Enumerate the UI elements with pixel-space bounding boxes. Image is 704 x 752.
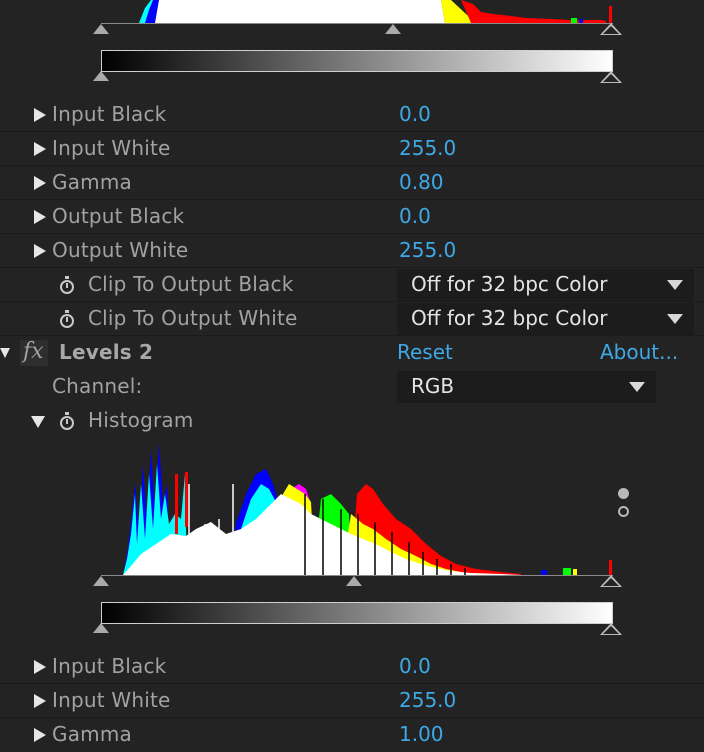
expand-triangle-icon[interactable]: [34, 660, 46, 674]
dropdown-value: Off for 32 bpc Color: [411, 272, 608, 296]
stopwatch-icon[interactable]: [60, 276, 74, 294]
expand-triangle-icon[interactable]: [34, 142, 46, 156]
expand-triangle-icon[interactable]: [34, 728, 46, 742]
expand-triangle-icon[interactable]: [34, 176, 46, 190]
dropdown-value: Off for 32 bpc Color: [411, 306, 608, 330]
param-label: Clip To Output Black: [88, 272, 294, 296]
param-row-output-white[interactable]: Output White 255.0: [0, 234, 704, 268]
param-value[interactable]: 0.0: [399, 204, 431, 228]
param-label: Gamma: [52, 722, 132, 746]
param-row-clip-black: Clip To Output Black Off for 32 bpc Colo…: [0, 268, 704, 302]
param-row-gamma[interactable]: Gamma 0.80: [0, 166, 704, 200]
output-black-slider-handle[interactable]: [93, 71, 109, 81]
channel-label: Channel:: [52, 374, 143, 398]
param-value[interactable]: 0.0: [399, 102, 431, 126]
param-row-input-black-2[interactable]: Input Black 0.0: [0, 650, 704, 684]
param-row-clip-white: Clip To Output White Off for 32 bpc Colo…: [0, 302, 704, 336]
stopwatch-icon[interactable]: [60, 412, 74, 430]
param-row-input-white[interactable]: Input White 255.0: [0, 132, 704, 166]
reset-link[interactable]: Reset: [397, 340, 453, 364]
collapse-triangle-icon[interactable]: [31, 416, 45, 428]
effect-header-levels2[interactable]: fx Levels 2 Reset About...: [0, 336, 704, 370]
param-label: Input Black: [52, 654, 167, 678]
expand-triangle-icon[interactable]: [34, 210, 46, 224]
param-row-input-white-2[interactable]: Input White 255.0: [0, 684, 704, 718]
histogram-top-baseline: [101, 23, 613, 24]
input-black-slider-handle[interactable]: [93, 576, 109, 586]
param-label: Clip To Output White: [88, 306, 298, 330]
stopwatch-icon[interactable]: [60, 310, 74, 328]
output-white-slider-handle[interactable]: [600, 71, 622, 83]
dropdown-value: RGB: [411, 374, 455, 398]
param-value[interactable]: 1.00: [399, 722, 444, 746]
chevron-down-icon: [667, 280, 683, 290]
param-value[interactable]: 0.80: [399, 170, 444, 194]
param-label: Input White: [52, 688, 171, 712]
expand-triangle-icon[interactable]: [34, 108, 46, 122]
input-white-slider-handle[interactable]: [600, 575, 622, 587]
output-white-slider-handle[interactable]: [600, 623, 622, 635]
channel-dropdown[interactable]: RGB: [397, 371, 656, 403]
expand-triangle-icon[interactable]: [34, 244, 46, 258]
fx-icon: fx: [23, 339, 44, 364]
output-gradient-bar: [101, 50, 613, 72]
clip-black-dropdown[interactable]: Off for 32 bpc Color: [397, 269, 694, 301]
about-link[interactable]: About...: [600, 340, 678, 364]
param-value[interactable]: 255.0: [399, 238, 456, 262]
param-row-input-black[interactable]: Input Black 0.0: [0, 98, 704, 132]
input-black-slider-handle[interactable]: [93, 24, 109, 34]
clip-white-dropdown[interactable]: Off for 32 bpc Color: [397, 303, 694, 335]
param-value[interactable]: 0.0: [399, 654, 431, 678]
gamma-slider-handle[interactable]: [346, 576, 362, 586]
param-value[interactable]: 255.0: [399, 688, 456, 712]
chevron-down-icon: [667, 314, 683, 324]
param-row-output-black[interactable]: Output Black 0.0: [0, 200, 704, 234]
output-gradient-bar: [101, 602, 613, 624]
output-black-slider-handle[interactable]: [93, 623, 109, 633]
param-value[interactable]: 255.0: [399, 136, 456, 160]
param-row-gamma-2[interactable]: Gamma 1.00: [0, 718, 704, 752]
param-label: Output White: [52, 238, 189, 262]
param-label: Input Black: [52, 102, 167, 126]
param-label: Input White: [52, 136, 171, 160]
histogram-top: [101, 0, 613, 23]
expand-triangle-icon[interactable]: [34, 694, 46, 708]
param-label: Gamma: [52, 170, 132, 194]
effect-name: Levels 2: [59, 340, 154, 364]
param-row-histogram: Histogram: [0, 404, 704, 438]
histogram-graph: [101, 444, 613, 575]
param-row-channel: Channel: RGB: [0, 370, 704, 404]
collapse-triangle-icon[interactable]: [0, 348, 10, 358]
param-label: Output Black: [52, 204, 185, 228]
gamma-slider-handle[interactable]: [385, 24, 401, 34]
histogram-view-ring-icon[interactable]: [618, 506, 629, 517]
histogram-label: Histogram: [88, 408, 194, 432]
input-white-slider-handle[interactable]: [600, 23, 622, 35]
histogram-view-dot-icon[interactable]: [618, 488, 629, 499]
chevron-down-icon: [629, 382, 645, 392]
